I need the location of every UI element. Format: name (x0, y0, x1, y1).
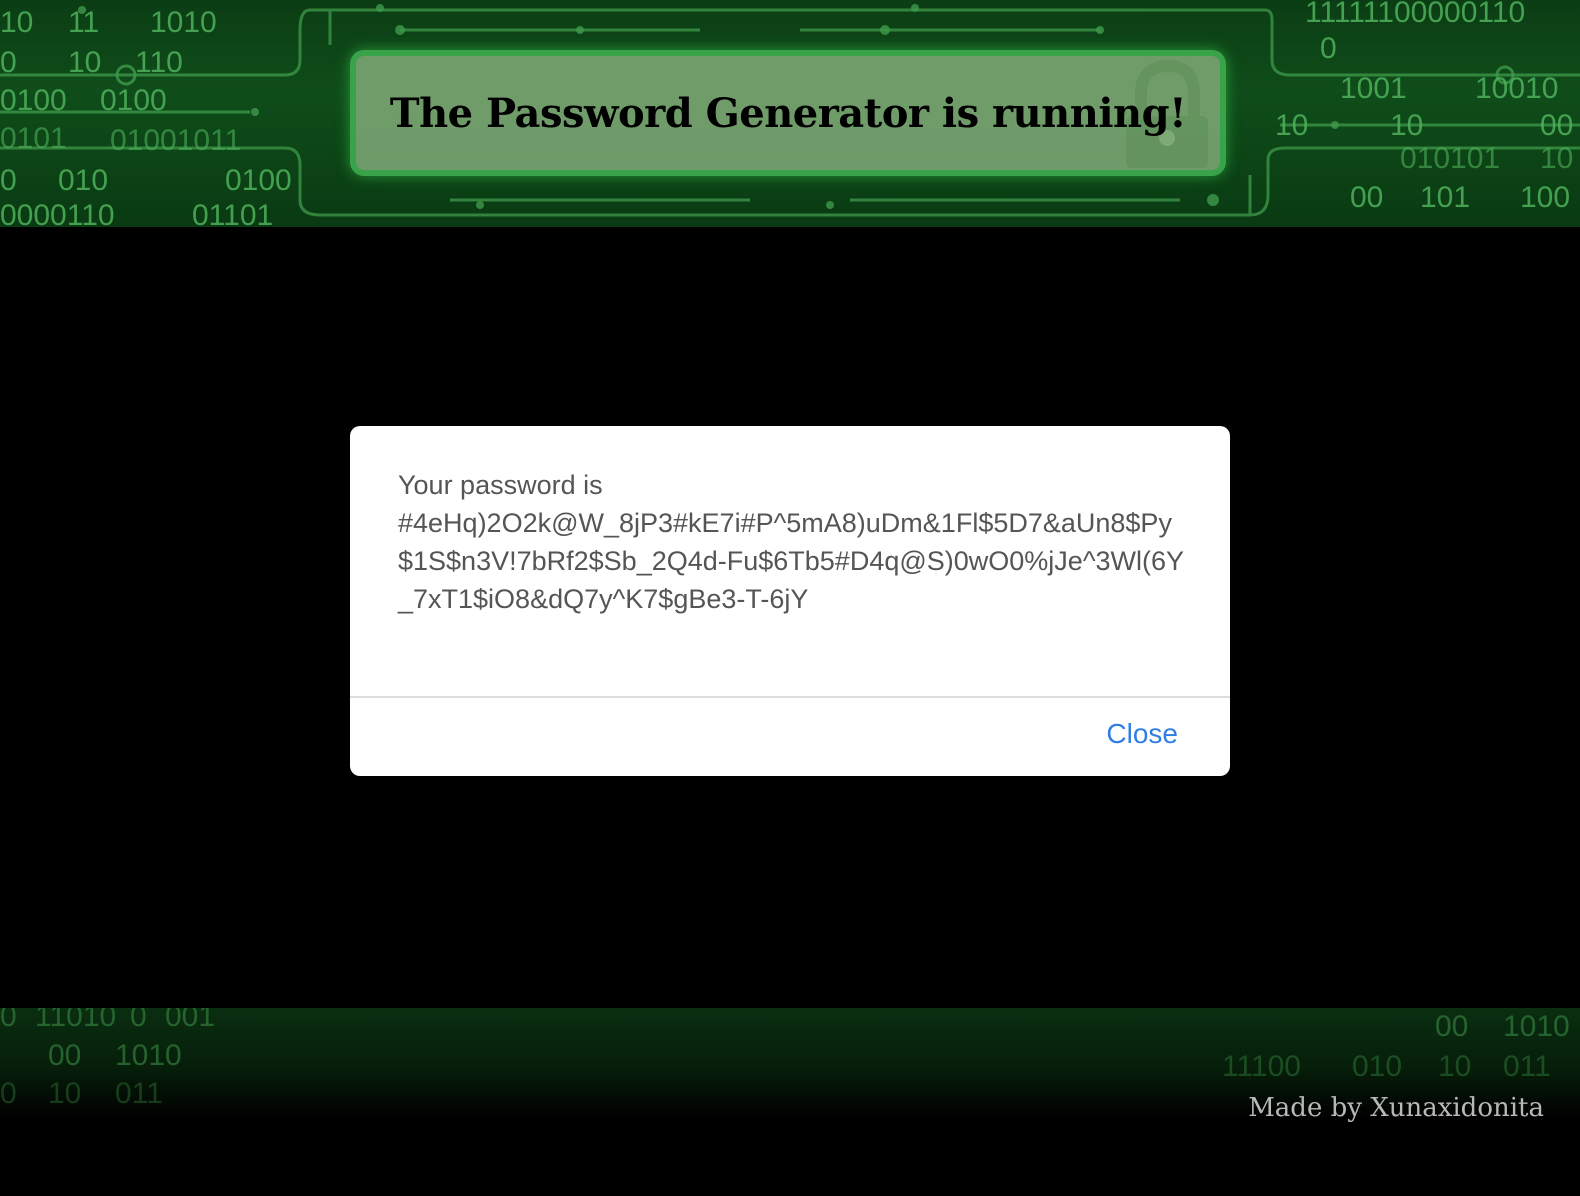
modal-message: Your password is #4eHq)2O2k@W_8jP3#kE7i#… (398, 466, 1188, 618)
password-modal: Your password is #4eHq)2O2k@W_8jP3#kE7i#… (350, 426, 1230, 776)
binary-digits-left: 0100 (0, 84, 67, 117)
page: 10 11 1010 0 10 110 0100 0100 0101 01001… (0, 0, 1580, 1196)
page-title: The Password Generator is running! (389, 89, 1187, 137)
binary-digits-left: 110 (135, 46, 183, 79)
title-box: * * * * * * * * * * * * * The Password Generator… (350, 50, 1226, 176)
binary-digits-footer: 0 (0, 1077, 17, 1110)
password-value: #4eHq)2O2k@W_8jP3#kE7i#P^5mA8)uDm&1Fl$5D… (398, 508, 1185, 614)
binary-digits-footer: 011 (115, 1077, 163, 1110)
binary-digits-footer: 00 (48, 1039, 81, 1072)
binary-digits-left: 0 (0, 164, 17, 197)
binary-digits-left: 0100 (225, 164, 292, 197)
binary-digits-footer: 001 (165, 1008, 215, 1033)
binary-digits-footer: 11010 (35, 1008, 116, 1033)
author-credit: Made by Xunaxidonita (1248, 1093, 1544, 1123)
binary-digits-footer: 00 (1435, 1010, 1468, 1043)
binary-digits-left: 1010 (150, 6, 217, 39)
binary-digits-left: 0100 (100, 84, 167, 117)
binary-digits-right: 010101 (1400, 142, 1500, 175)
close-button[interactable]: Close (1106, 718, 1178, 750)
binary-digits-left: 010 (58, 164, 108, 197)
binary-digits-footer: 0 (130, 1008, 147, 1033)
binary-digits-left: 0101 (0, 122, 67, 155)
binary-digits-footer: 1010 (115, 1039, 182, 1072)
modal-divider (350, 696, 1230, 698)
binary-digits-footer: 1010 (1503, 1010, 1570, 1043)
binary-digits-left: 10 (0, 6, 33, 39)
binary-digits-footer: 11100 (1222, 1050, 1301, 1083)
binary-digits-right: 100 (1520, 181, 1570, 214)
binary-digits-right: 11111100000110 (1305, 0, 1525, 29)
binary-digits-right: 10 (1540, 142, 1573, 175)
binary-digits-right: 10 (1390, 109, 1423, 142)
binary-digits-left: 0000110 (0, 199, 115, 227)
binary-digits-footer: 010 (1352, 1050, 1402, 1083)
password-label: Your password is (398, 470, 603, 500)
binary-digits-footer: 10 (1438, 1050, 1471, 1083)
binary-digits-left: 01001011 (110, 124, 241, 157)
binary-digits-left: 01101 (192, 199, 273, 227)
binary-digits-left: 10 (68, 46, 101, 79)
binary-digits-left: 0 (0, 46, 17, 79)
binary-digits-right: 10010 (1475, 72, 1558, 105)
header-banner: 10 11 1010 0 10 110 0100 0100 0101 01001… (0, 0, 1580, 227)
binary-digits-footer: 0 (0, 1008, 17, 1033)
binary-digits-right: 0 (1320, 32, 1337, 65)
binary-digits-left: 11 (68, 6, 99, 39)
binary-digits-right: 00 (1350, 181, 1383, 214)
binary-digits-right: 1001 (1340, 72, 1407, 105)
binary-digits-footer: 10 (48, 1077, 81, 1110)
binary-digits-right: 00 (1540, 109, 1573, 142)
binary-digits-right: 101 (1420, 181, 1470, 214)
binary-digits-footer: 011 (1503, 1050, 1551, 1083)
binary-digits-right: 10 (1275, 109, 1308, 142)
